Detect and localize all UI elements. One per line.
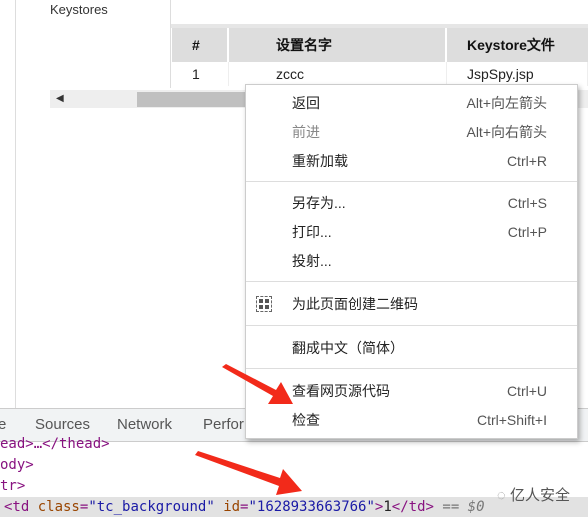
red-arrow: [222, 364, 293, 404]
red-arrow: [195, 451, 302, 495]
annotation-arrows: [195, 364, 302, 495]
